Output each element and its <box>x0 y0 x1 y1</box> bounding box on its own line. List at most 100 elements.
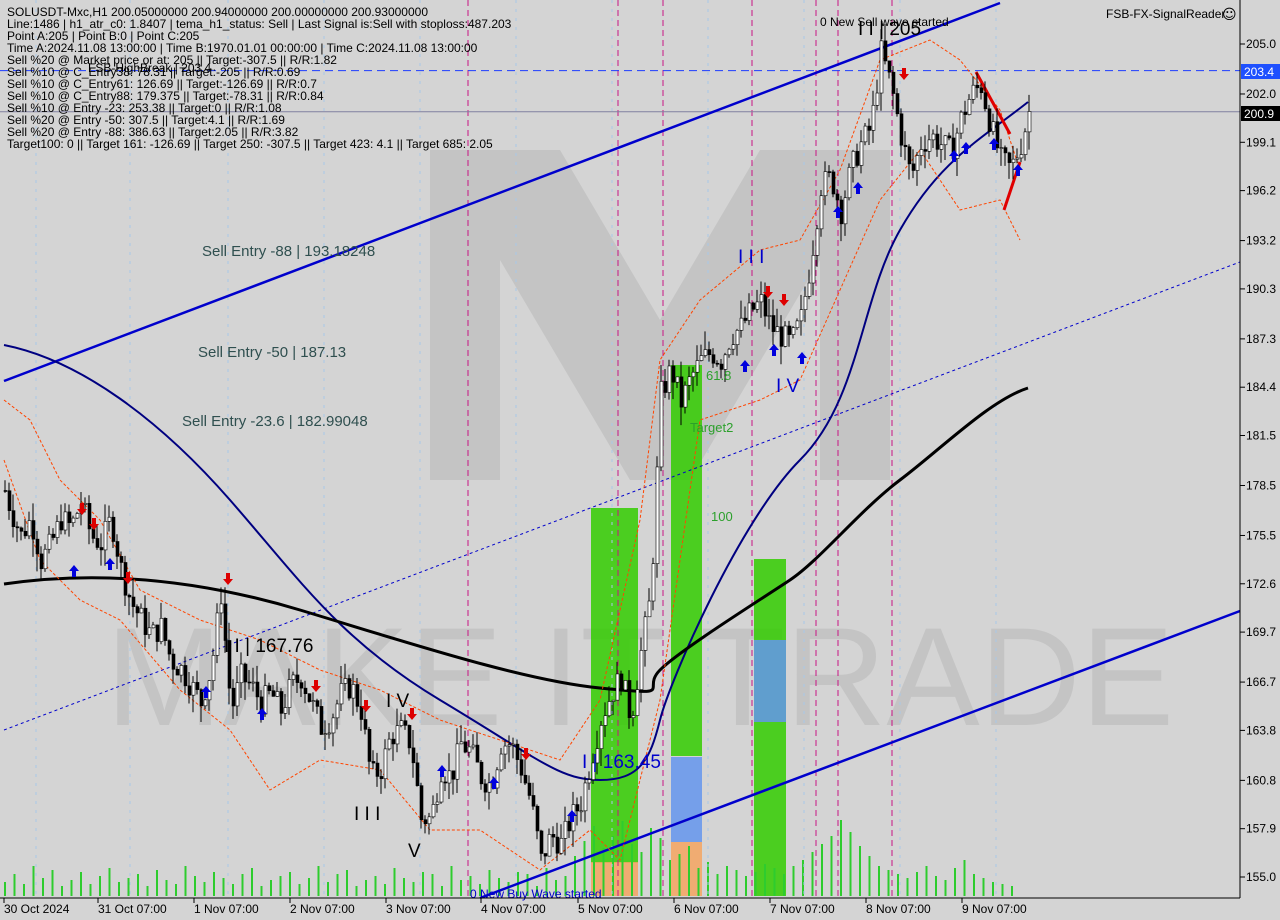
candle-bull <box>655 466 660 564</box>
candle-bull <box>1023 131 1028 155</box>
candle-bull <box>815 228 820 256</box>
candle-bull <box>63 511 68 531</box>
candle-bull <box>667 365 672 393</box>
volume-bar <box>925 866 928 896</box>
volume-bar <box>840 820 842 896</box>
candle-bull <box>659 381 664 468</box>
volume-bar <box>403 878 405 896</box>
info-line-11: Target100: 0 || Target 161: -126.69 || T… <box>7 137 493 151</box>
volume-bar <box>99 876 101 896</box>
volume-bar <box>868 856 871 896</box>
volume-bar <box>887 870 890 896</box>
candle-bear <box>423 819 428 825</box>
candle-bull <box>251 681 256 684</box>
volume-bar <box>422 872 424 896</box>
price-tick-label: 160.8 <box>1246 773 1276 787</box>
candle-bull <box>103 521 108 551</box>
time-tick-label: 1 Nov 07:00 <box>194 902 259 916</box>
candle-bear <box>175 668 180 676</box>
candle-bear <box>3 490 8 492</box>
candle-bull <box>339 683 344 705</box>
candle-bear <box>95 538 100 548</box>
volume-bar <box>830 836 833 896</box>
candle-bear <box>271 690 276 697</box>
wave-iii-mid-label: I I I <box>738 247 764 268</box>
candle-bear <box>555 836 560 854</box>
candle-bull <box>323 733 328 735</box>
candle-bear <box>539 830 544 854</box>
volume-bar <box>792 866 795 896</box>
price-tag-current: 200.9 <box>1241 106 1280 121</box>
volume-bar <box>783 874 785 896</box>
price-tick-label: 166.7 <box>1246 675 1276 689</box>
volume-bar <box>878 866 880 896</box>
volume-bar <box>260 886 263 896</box>
volume-bar <box>412 882 415 896</box>
candle-bear <box>371 761 376 764</box>
candle-bear <box>111 516 116 542</box>
candle-bull <box>587 779 592 784</box>
volume-bar <box>298 884 301 896</box>
price-tick-label: 163.8 <box>1246 723 1276 737</box>
sell-entry-23-label: Sell Entry -23.6 | 182.99048 <box>182 413 368 430</box>
volume-bar <box>289 872 291 896</box>
candle-bull <box>767 315 772 317</box>
candle-bear <box>987 108 992 132</box>
candle-bear <box>567 820 572 832</box>
volume-bar <box>365 880 367 896</box>
candle-bull <box>607 701 612 716</box>
candle-bull <box>235 682 240 707</box>
candle-bull <box>735 329 740 345</box>
candle-bear <box>183 665 188 687</box>
candle-bear <box>779 326 784 347</box>
candle-bull <box>43 548 48 570</box>
signal-reader-label: FSB-FX-SignalReader <box>1106 7 1225 21</box>
candle-bull <box>739 317 744 331</box>
candle-bear <box>315 700 320 707</box>
price-tick-label: 178.5 <box>1246 478 1276 492</box>
price-tick-label: 193.2 <box>1246 234 1276 248</box>
new-buy-wave-label: 0 New Buy Wave started <box>470 887 602 901</box>
volume-bar <box>118 882 120 896</box>
candle-bear <box>255 681 260 698</box>
candle-bull <box>559 838 564 854</box>
price-chart[interactable]: MAKE IT TRADE Sell Entry -88 | 193.18248… <box>0 0 1280 920</box>
candle-bear <box>679 376 684 408</box>
candle-bull <box>75 513 80 519</box>
candle-bear <box>39 553 44 570</box>
candle-bear <box>367 729 372 762</box>
candle-bull <box>239 663 244 684</box>
candle-bull <box>823 171 828 197</box>
candle-bull <box>795 320 800 329</box>
candle-bull <box>991 121 996 132</box>
volume-bar <box>51 870 54 896</box>
wave-v-left-label: V <box>408 841 421 862</box>
volume-bar <box>346 870 348 896</box>
time-tick-label: 5 Nov 07:00 <box>578 902 643 916</box>
price-tag-203-text: 203.4 <box>1244 65 1274 79</box>
candle-bear <box>187 685 192 696</box>
smiley-icon[interactable]: ☺ <box>1222 7 1237 23</box>
candle-bear <box>1007 152 1012 163</box>
candle-bear <box>1003 147 1008 154</box>
candle-bear <box>763 294 768 317</box>
volume-bar <box>754 872 757 896</box>
zone-blue-2 <box>671 757 702 842</box>
volume-bar <box>213 872 215 896</box>
volume-bar <box>222 878 225 896</box>
candle-bear <box>135 606 140 614</box>
candle-bear <box>835 193 840 201</box>
candle-bull <box>83 503 88 505</box>
candle-bull <box>599 725 604 749</box>
candle-bull <box>179 665 184 676</box>
candle-bear <box>475 744 480 763</box>
candle-bull <box>683 384 688 408</box>
candle-bull <box>583 782 588 812</box>
candle-bull <box>503 745 508 755</box>
time-tick-label: 4 Nov 07:00 <box>481 902 546 916</box>
price-tick-label: 155.0 <box>1246 870 1276 884</box>
candle-bear <box>551 834 556 838</box>
price-axis[interactable]: 205.0 202.0 199.1 196.2 193.2 190.3 187.3 184.4… <box>1239 0 1280 898</box>
candle-bull <box>139 607 144 614</box>
zone-blue-3 <box>754 640 786 722</box>
